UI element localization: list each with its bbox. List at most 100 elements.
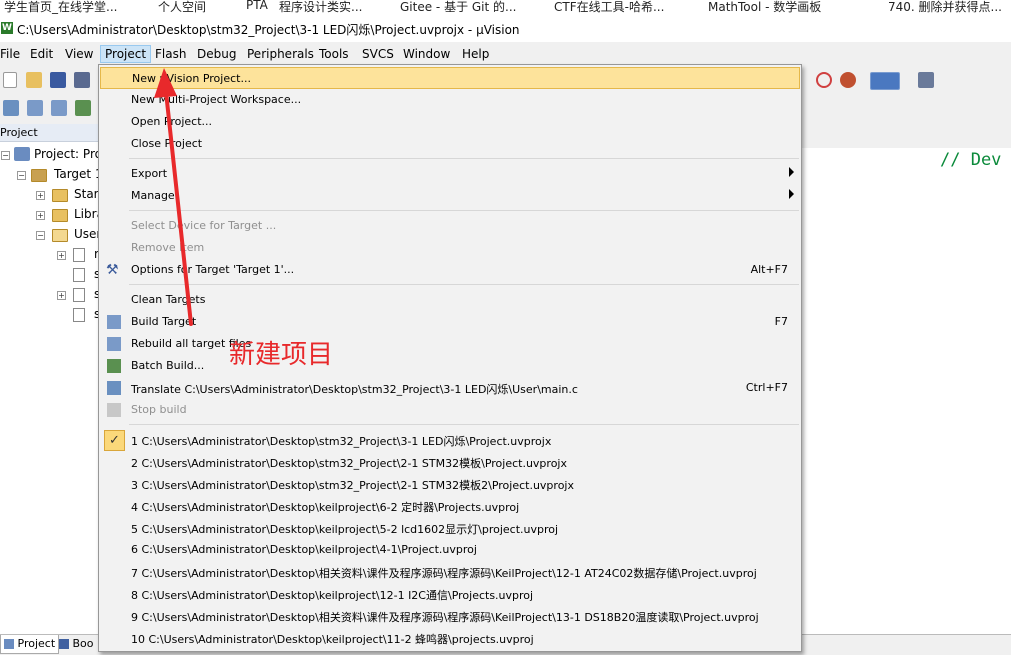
menu-item-clean-targets[interactable]: Clean Targets (100, 289, 800, 311)
menu-item-recent-project[interactable]: 6 C:\Users\Administrator\Desktop\keilpro… (100, 539, 800, 561)
menu-item-new-workspace[interactable]: New Multi-Project Workspace... (100, 89, 800, 111)
bookmark[interactable]: PTA (246, 0, 268, 12)
menu-item-recent-project[interactable]: 7 C:\Users\Administrator\Desktop\相关资料\课件… (100, 561, 800, 583)
build-icon (107, 315, 121, 329)
collapse-icon[interactable]: − (1, 151, 10, 160)
tree-target[interactable]: Target 1 (54, 167, 103, 181)
expand-icon[interactable]: + (36, 211, 45, 220)
editor-area[interactable]: // Dev (800, 148, 1011, 634)
menu-item-options-for-target[interactable]: ⚒ Options for Target 'Target 1'... Alt+F… (100, 259, 800, 281)
menu-item-close-project[interactable]: Close Project (100, 133, 800, 155)
window-layout-icon[interactable] (870, 72, 900, 90)
annotation-label: 新建项目 (229, 340, 334, 370)
file-icon (73, 248, 85, 262)
menu-separator (129, 424, 799, 425)
bookmark[interactable]: 740. 删除并获得点... (888, 0, 1002, 15)
menu-svcs[interactable]: SVCS (358, 46, 398, 62)
bookmark[interactable]: MathTool - 数学画板 (708, 0, 821, 15)
menu-item-build-target[interactable]: Build Target F7 (100, 311, 800, 333)
code-line: // Dev (940, 150, 1002, 170)
project-menu-dropdown: New µVision Project... New Multi-Project… (98, 64, 802, 652)
menu-item-recent-project[interactable]: 2 C:\Users\Administrator\Desktop\stm32_P… (100, 451, 800, 473)
menu-item-recent-project[interactable]: 9 C:\Users\Administrator\Desktop\相关资料\课件… (100, 605, 800, 627)
menu-item-new-project[interactable]: New µVision Project... (100, 67, 800, 89)
menu-item-batch-build[interactable]: Batch Build... (100, 355, 800, 377)
project-icon (14, 147, 30, 161)
project-icon (4, 639, 14, 649)
folder-open-icon (52, 229, 68, 242)
menu-edit[interactable]: Edit (26, 46, 57, 62)
new-file-icon[interactable] (3, 72, 17, 88)
file-icon (73, 308, 85, 322)
menu-item-translate[interactable]: Translate C:\Users\Administrator\Desktop… (100, 377, 800, 399)
menu-item-select-device: Select Device for Target ... (131, 219, 277, 232)
bookmark[interactable]: 程序设计类实... (279, 0, 362, 15)
menu-item-rebuild-all[interactable]: Rebuild all target files (100, 333, 800, 355)
menu-tools[interactable]: Tools (315, 46, 353, 62)
books-icon (59, 639, 69, 649)
save-icon[interactable] (50, 72, 66, 88)
collapse-icon[interactable]: − (36, 231, 45, 240)
bookmark[interactable]: CTF在线工具-哈希... (554, 0, 664, 15)
project-pane: Project − Project: Proj − Target 1 + Sta… (0, 124, 106, 634)
bookmark[interactable]: 学生首页_在线学堂... (4, 0, 117, 15)
breakpoint-icon[interactable] (816, 72, 832, 88)
title-bar: W C:\Users\Administrator\Desktop\stm32_P… (0, 16, 1011, 42)
menu-flash[interactable]: Flash (151, 46, 190, 62)
menu-separator (129, 158, 799, 159)
menu-item-open-project[interactable]: Open Project... (100, 111, 800, 133)
menu-separator (129, 284, 799, 285)
project-pane-header: Project (0, 124, 100, 142)
collapse-icon[interactable]: − (17, 171, 26, 180)
menu-item-recent-project[interactable]: 3 C:\Users\Administrator\Desktop\stm32_P… (100, 473, 800, 495)
checkmark-icon: ✓ (104, 430, 125, 451)
translate-icon[interactable] (3, 100, 19, 116)
translate-icon (107, 381, 121, 395)
window-title: C:\Users\Administrator\Desktop\stm32_Pro… (17, 23, 520, 37)
folder-icon (52, 209, 68, 222)
tab-label: Boo (72, 637, 94, 650)
menu-item-recent-project[interactable]: 5 C:\Users\Administrator\Desktop\keilpro… (100, 517, 800, 539)
menu-item-remove-item: Remove Item (131, 241, 205, 254)
rebuild-icon (107, 337, 121, 351)
submenu-arrow-icon (789, 189, 794, 199)
menu-peripherals[interactable]: Peripherals (243, 46, 318, 62)
menu-bar: File Edit View Project Flash Debug Perip… (0, 44, 1011, 64)
menu-item-recent-project[interactable]: ✓ 1 C:\Users\Administrator\Desktop\stm32… (100, 429, 800, 451)
wrench-icon[interactable] (918, 72, 934, 88)
menu-item-manage[interactable]: Manage (100, 185, 800, 207)
batch-build-icon (107, 359, 121, 373)
bookmark[interactable]: Gitee - 基于 Git 的... (400, 0, 516, 15)
menu-view[interactable]: View (61, 46, 97, 62)
submenu-arrow-icon (789, 167, 794, 177)
expand-icon[interactable]: + (57, 251, 66, 260)
menu-debug[interactable]: Debug (193, 46, 240, 62)
rebuild-icon[interactable] (51, 100, 67, 116)
tree-project[interactable]: Project: Proj (34, 147, 105, 161)
debug-settings-icon[interactable] (840, 72, 856, 88)
menu-item-recent-project[interactable]: 10 C:\Users\Administrator\Desktop\keilpr… (100, 627, 800, 649)
file-icon (73, 288, 85, 302)
batch-build-icon[interactable] (75, 100, 91, 116)
menu-window[interactable]: Window (399, 46, 454, 62)
tab-books[interactable]: Boo (56, 635, 97, 653)
menu-file[interactable]: File (0, 46, 24, 62)
tab-label: Project (17, 637, 56, 650)
file-icon (73, 268, 85, 282)
menu-item-export[interactable]: Export (100, 163, 800, 185)
menu-item-recent-project[interactable]: 8 C:\Users\Administrator\Desktop\keilpro… (100, 583, 800, 605)
stop-build-icon (107, 403, 121, 417)
open-folder-icon[interactable] (26, 72, 42, 88)
expand-icon[interactable]: + (36, 191, 45, 200)
save-all-icon[interactable] (74, 72, 90, 88)
menu-item-recent-project[interactable]: 4 C:\Users\Administrator\Desktop\keilpro… (100, 495, 800, 517)
build-icon[interactable] (27, 100, 43, 116)
bookmark[interactable]: 个人空间 (158, 0, 206, 15)
options-icon: ⚒ (106, 262, 119, 278)
expand-icon[interactable]: + (57, 291, 66, 300)
menu-separator (129, 210, 799, 211)
tab-project[interactable]: Project (0, 635, 60, 654)
bookmarks-bar: 学生首页_在线学堂... 个人空间 PTA 程序设计类实... Gitee - … (0, 0, 1011, 16)
menu-help[interactable]: Help (458, 46, 493, 62)
menu-project[interactable]: Project (100, 45, 152, 63)
